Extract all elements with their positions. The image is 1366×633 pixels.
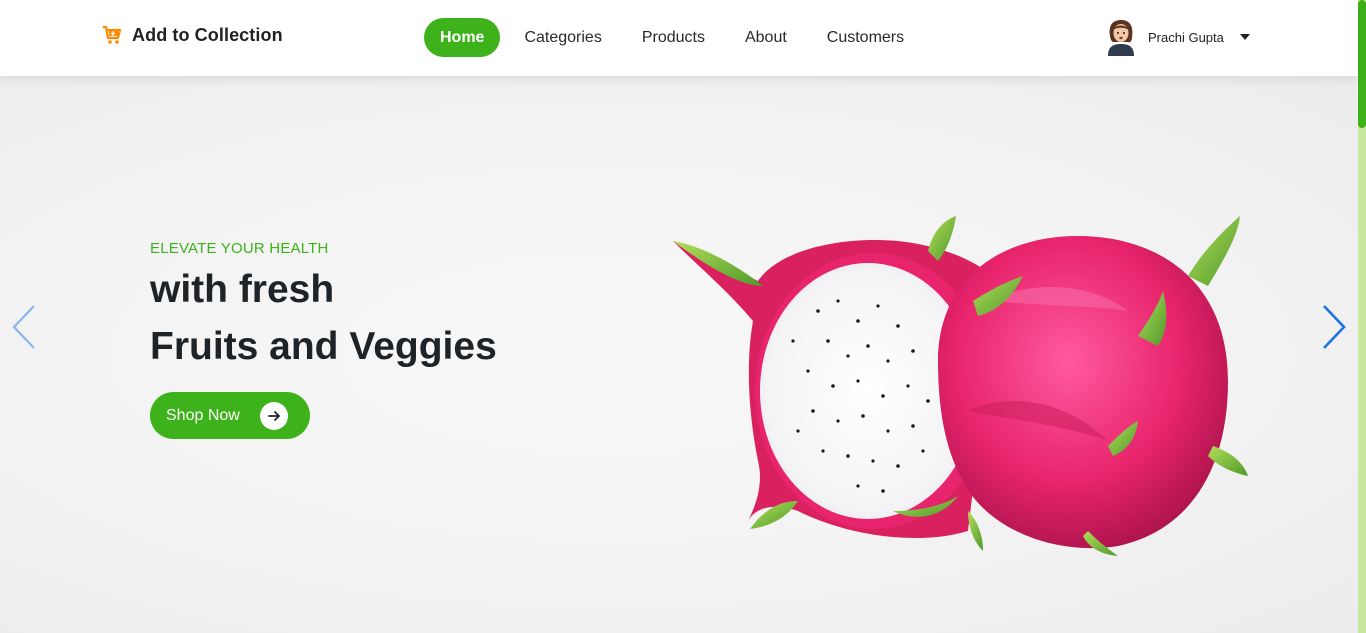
nav-home[interactable]: Home [424,18,501,57]
dragon-fruit-image [673,216,1248,556]
caret-down-icon [1239,34,1250,40]
nav-about[interactable]: About [725,18,807,57]
nav-products[interactable]: Products [622,18,725,57]
shop-now-label: Shop Now [166,406,240,424]
hero-banner: ELEVATE YOUR HEALTH with fresh Fruits an… [0,76,1358,633]
hero-headline-line2: Fruits and Veggies [150,325,497,368]
shop-now-button[interactable]: Shop Now [150,392,310,439]
brand-name: Add to Collection [132,24,283,45]
cart-icon [103,25,122,44]
nav-categories[interactable]: Categories [504,18,621,57]
arrow-right-icon [260,402,288,430]
nav-customers[interactable]: Customers [807,18,924,57]
site-header: Add to Collection Home Categories Produc… [0,0,1358,76]
user-menu[interactable]: Prachi Gupta [1104,18,1250,56]
hero-headline-line1: with fresh [150,268,335,311]
hero-eyebrow: ELEVATE YOUR HEALTH [150,240,329,257]
main-nav: Home Categories Products About Customers [424,18,924,57]
page-scrollbar[interactable] [1358,0,1366,633]
chevron-left-icon[interactable] [10,304,38,350]
avatar-icon [1108,20,1134,56]
chevron-right-icon[interactable] [1320,304,1348,350]
brand[interactable]: Add to Collection [102,24,283,46]
scrollbar-thumb[interactable] [1358,0,1366,128]
user-name: Prachi Gupta [1148,29,1224,45]
